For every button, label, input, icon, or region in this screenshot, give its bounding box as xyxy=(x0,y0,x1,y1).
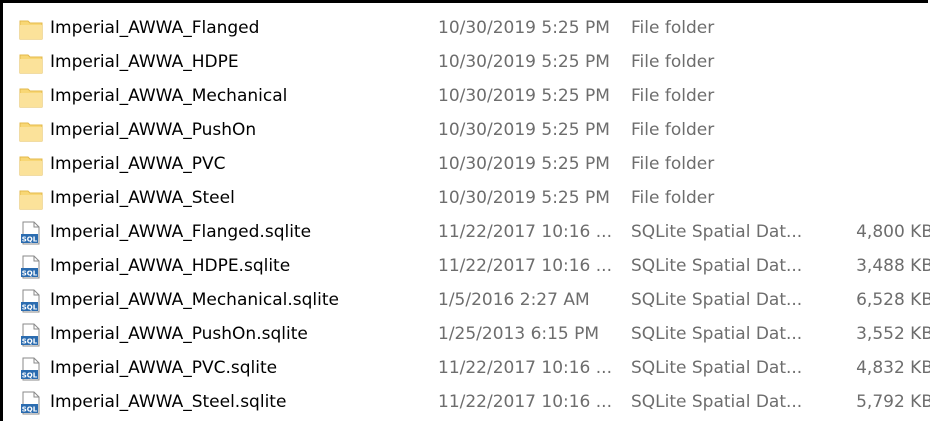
file-name: Imperial_AWWA_Mechanical.sqlite xyxy=(50,290,339,310)
file-name: Imperial_AWWA_PushOn xyxy=(50,120,257,140)
file-size: 3,488 KB xyxy=(856,256,930,276)
file-type: SQLite Spatial Dat... xyxy=(631,324,803,344)
file-type: File folder xyxy=(631,52,715,72)
file-date-modified: 11/22/2017 10:16 ... xyxy=(438,256,612,276)
file-row-sqlite-hdpe[interactable]: SQL Imperial_AWWA_HDPE.sqlite 11/22/2017… xyxy=(13,249,930,283)
svg-text:SQL: SQL xyxy=(22,304,38,312)
folder-icon xyxy=(19,17,43,41)
file-name: Imperial_AWWA_PVC xyxy=(50,154,226,174)
folder-icon xyxy=(19,153,43,177)
file-name: Imperial_AWWA_HDPE xyxy=(50,52,239,72)
file-row-folder-hdpe[interactable]: Imperial_AWWA_HDPE 10/30/2019 5:25 PM Fi… xyxy=(13,45,930,79)
sql-file-icon: SQL xyxy=(19,391,43,415)
folder-icon xyxy=(19,187,43,211)
file-list: Imperial_AWWA_Flanged 10/30/2019 5:25 PM… xyxy=(13,11,930,419)
file-size: 6,528 KB xyxy=(856,290,930,310)
sql-file-icon: SQL xyxy=(19,357,43,381)
sql-file-icon: SQL xyxy=(19,289,43,313)
file-size: 5,792 KB xyxy=(856,392,930,412)
file-date-modified: 10/30/2019 5:25 PM xyxy=(438,52,610,72)
file-list-pane: Imperial_AWWA_Flanged 10/30/2019 5:25 PM… xyxy=(0,0,930,421)
file-type: File folder xyxy=(631,188,715,208)
file-type: SQLite Spatial Dat... xyxy=(631,392,803,412)
svg-text:SQL: SQL xyxy=(22,406,38,414)
svg-text:SQL: SQL xyxy=(22,338,38,346)
file-date-modified: 11/22/2017 10:16 ... xyxy=(438,358,612,378)
file-name: Imperial_AWWA_Steel.sqlite xyxy=(50,392,287,412)
file-type: File folder xyxy=(631,154,715,174)
file-row-sqlite-pvc[interactable]: SQL Imperial_AWWA_PVC.sqlite 11/22/2017 … xyxy=(13,351,930,385)
file-date-modified: 10/30/2019 5:25 PM xyxy=(438,120,610,140)
file-name: Imperial_AWWA_Mechanical xyxy=(50,86,288,106)
file-row-sqlite-pushon[interactable]: SQL Imperial_AWWA_PushOn.sqlite 1/25/201… xyxy=(13,317,930,351)
file-size: 4,832 KB xyxy=(856,358,930,378)
file-size: 3,552 KB xyxy=(856,324,930,344)
file-row-folder-pushon[interactable]: Imperial_AWWA_PushOn 10/30/2019 5:25 PM … xyxy=(13,113,930,147)
file-name: Imperial_AWWA_PVC.sqlite xyxy=(50,358,278,378)
svg-text:SQL: SQL xyxy=(22,372,38,380)
file-date-modified: 1/5/2016 2:27 AM xyxy=(438,290,590,310)
file-type: SQLite Spatial Dat... xyxy=(631,256,803,276)
svg-text:SQL: SQL xyxy=(22,270,38,278)
sql-file-icon: SQL xyxy=(19,255,43,279)
file-type: File folder xyxy=(631,18,715,38)
file-name: Imperial_AWWA_Flanged.sqlite xyxy=(50,222,312,242)
file-size: 4,800 KB xyxy=(856,222,930,242)
file-row-folder-mechanical[interactable]: Imperial_AWWA_Mechanical 10/30/2019 5:25… xyxy=(13,79,930,113)
file-row-sqlite-mechanical[interactable]: SQL Imperial_AWWA_Mechanical.sqlite 1/5/… xyxy=(13,283,930,317)
file-date-modified: 10/30/2019 5:25 PM xyxy=(438,154,610,174)
file-type: SQLite Spatial Dat... xyxy=(631,358,803,378)
file-row-folder-flanged[interactable]: Imperial_AWWA_Flanged 10/30/2019 5:25 PM… xyxy=(13,11,930,45)
sql-file-icon: SQL xyxy=(19,221,43,245)
file-type: File folder xyxy=(631,86,715,106)
file-date-modified: 10/30/2019 5:25 PM xyxy=(438,18,610,38)
file-date-modified: 10/30/2019 5:25 PM xyxy=(438,188,610,208)
folder-icon xyxy=(19,119,43,143)
file-name: Imperial_AWWA_Flanged xyxy=(50,18,260,38)
svg-text:SQL: SQL xyxy=(22,236,38,244)
file-row-sqlite-steel[interactable]: SQL Imperial_AWWA_Steel.sqlite 11/22/201… xyxy=(13,385,930,419)
file-row-folder-steel[interactable]: Imperial_AWWA_Steel 10/30/2019 5:25 PM F… xyxy=(13,181,930,215)
file-type: SQLite Spatial Dat... xyxy=(631,290,803,310)
file-name: Imperial_AWWA_PushOn.sqlite xyxy=(50,324,308,344)
file-row-folder-pvc[interactable]: Imperial_AWWA_PVC 10/30/2019 5:25 PM Fil… xyxy=(13,147,930,181)
file-type: File folder xyxy=(631,120,715,140)
file-date-modified: 11/22/2017 10:16 ... xyxy=(438,222,612,242)
sql-file-icon: SQL xyxy=(19,323,43,347)
file-date-modified: 1/25/2013 6:15 PM xyxy=(438,324,600,344)
file-name: Imperial_AWWA_Steel xyxy=(50,188,235,208)
file-type: SQLite Spatial Dat... xyxy=(631,222,803,242)
file-name: Imperial_AWWA_HDPE.sqlite xyxy=(50,256,291,276)
folder-icon xyxy=(19,51,43,75)
file-row-sqlite-flanged[interactable]: SQL Imperial_AWWA_Flanged.sqlite 11/22/2… xyxy=(13,215,930,249)
file-date-modified: 11/22/2017 10:16 ... xyxy=(438,392,612,412)
folder-icon xyxy=(19,85,43,109)
file-date-modified: 10/30/2019 5:25 PM xyxy=(438,86,610,106)
